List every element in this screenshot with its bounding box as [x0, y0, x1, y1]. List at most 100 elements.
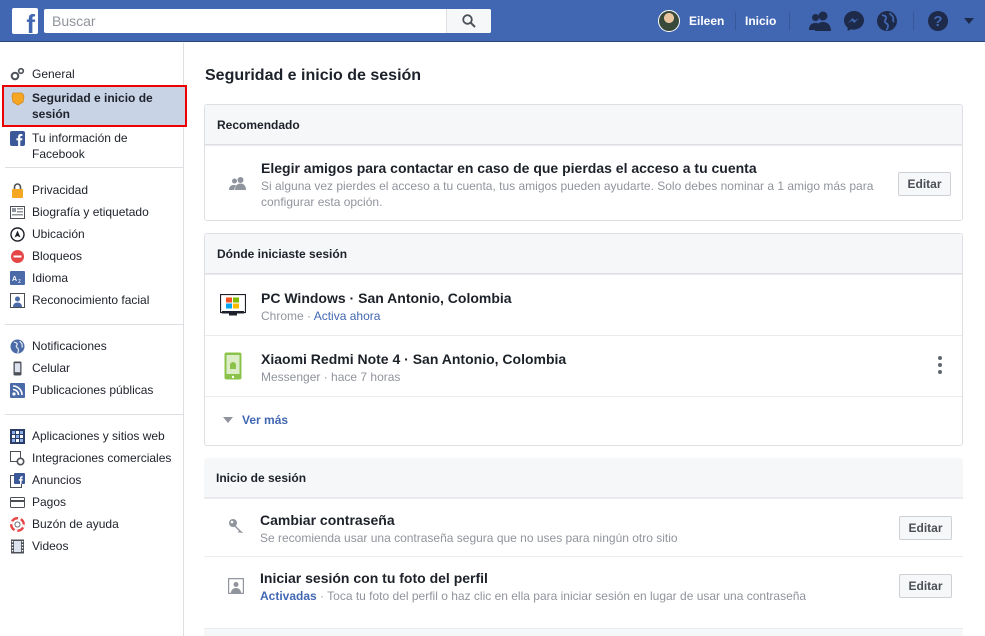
- settings-sidebar: General Seguridad e inicio de sesión Tu …: [0, 43, 187, 636]
- meta-separator: ·: [320, 370, 332, 384]
- session-device: PC Windows: [261, 290, 346, 306]
- sidebar-item-security[interactable]: Seguridad e inicio de sesión: [2, 85, 187, 127]
- sidebar-item-label: Integraciones comerciales: [32, 451, 172, 465]
- sidebar-item-general[interactable]: General: [5, 63, 183, 85]
- notifications-globe-icon[interactable]: [876, 10, 900, 32]
- nav-separator: [789, 12, 790, 30]
- sidebar-item-videos[interactable]: Videos: [5, 535, 183, 557]
- timeline-icon: [10, 206, 25, 219]
- sidebar-item-label: General: [32, 67, 75, 81]
- facebook-icon: [10, 131, 25, 146]
- caret-down-icon: [223, 417, 233, 423]
- search-button[interactable]: [446, 9, 491, 33]
- gears-icon: [10, 67, 25, 81]
- section-heading: Recomendado: [205, 105, 962, 145]
- sidebar-item-label: Notificaciones: [32, 339, 107, 353]
- home-link[interactable]: Inicio: [745, 14, 776, 28]
- sidebar-item-blocking[interactable]: Bloqueos: [5, 245, 183, 267]
- session-row: Xiaomi Redmi Note 4 · San Antonio, Colom…: [205, 335, 962, 396]
- search-icon: [462, 14, 476, 28]
- sidebar-item-face-recognition[interactable]: Reconocimiento facial: [5, 289, 183, 311]
- search-box: [44, 9, 491, 33]
- sidebar-item-label: Aplicaciones y sitios web: [32, 429, 165, 443]
- key-icon: [229, 519, 243, 533]
- row-title: Cambiar contraseña: [260, 512, 395, 528]
- sidebar-item-payments[interactable]: Pagos: [5, 491, 183, 513]
- session-device: Xiaomi Redmi Note 4: [261, 351, 401, 367]
- title-separator: ·: [345, 290, 359, 306]
- sidebar-item-label: Celular: [32, 361, 71, 375]
- sidebar-item-notifications[interactable]: Notificaciones: [5, 335, 183, 357]
- edit-password-button[interactable]: Editar: [899, 516, 952, 540]
- sidebar-item-ads[interactable]: Anuncios: [5, 469, 183, 491]
- session-app: Chrome: [261, 309, 304, 323]
- messenger-icon[interactable]: [843, 10, 867, 32]
- location-icon: [10, 227, 25, 242]
- see-more-row: Ver más: [205, 396, 962, 444]
- language-icon: Az: [10, 271, 25, 285]
- avatar: [658, 10, 680, 32]
- session-app: Messenger: [261, 370, 321, 384]
- help-icon[interactable]: ?: [927, 10, 951, 32]
- section-heading: Dónde iniciaste sesión: [205, 234, 962, 274]
- user-name: Eileen: [689, 14, 725, 28]
- sidebar-item-label: Pagos: [32, 495, 67, 509]
- sidebar-group-notifications: Notificaciones Celular Publicaciones púb…: [5, 335, 183, 401]
- globe-icon: [10, 339, 25, 354]
- ads-icon: [10, 473, 25, 488]
- sidebar-item-support-inbox[interactable]: Buzón de ayuda: [5, 513, 183, 535]
- session-status: hace 7 horas: [331, 370, 401, 384]
- friend-requests-icon[interactable]: [808, 10, 832, 32]
- security-badge-icon: [11, 92, 25, 106]
- film-icon: [11, 539, 24, 554]
- sidebar-item-privacy[interactable]: Privacidad: [5, 179, 183, 201]
- rss-icon: [10, 383, 25, 398]
- sidebar-item-label: Videos: [32, 539, 69, 553]
- facebook-logo[interactable]: f: [12, 8, 38, 39]
- page-title: Seguridad e inicio de sesión: [205, 67, 422, 84]
- sidebar-item-mobile[interactable]: Celular: [5, 357, 183, 379]
- see-more-link[interactable]: Ver más: [223, 413, 288, 427]
- facebook-logo-letter: f: [26, 9, 35, 39]
- session-meta: Chrome · Activa ahora: [261, 308, 380, 324]
- edit-profile-photo-login-button[interactable]: Editar: [899, 574, 952, 598]
- sidebar-item-label: Anuncios: [32, 473, 82, 487]
- sidebar-item-location[interactable]: Ubicación: [5, 223, 183, 245]
- integrations-icon: [10, 451, 25, 466]
- top-navigation-bar: f Eileen Inicio ?: [0, 0, 985, 42]
- sidebar-item-business-integrations[interactable]: Integraciones comerciales: [5, 447, 183, 469]
- row-description-text: · Toca tu foto del perfil o haz clic en …: [316, 589, 807, 603]
- card-icon: [10, 497, 25, 508]
- meta-separator: ·: [303, 309, 314, 323]
- sidebar-item-label: Biografía y etiquetado: [32, 205, 149, 219]
- nav-separator: [913, 12, 914, 30]
- more-options-icon[interactable]: [936, 356, 944, 376]
- sidebar-divider: [5, 414, 183, 415]
- lock-icon: [12, 183, 23, 198]
- sidebar-item-timeline[interactable]: Biografía y etiquetado: [5, 201, 183, 223]
- nav-separator: [735, 12, 736, 30]
- change-password-row: Cambiar contraseña Se recomienda usar un…: [204, 498, 963, 556]
- sidebar-item-your-information[interactable]: Tu información de Facebook: [5, 127, 183, 165]
- status-enabled: Activadas: [260, 589, 317, 603]
- sidebar-item-label: Ubicación: [32, 227, 85, 241]
- sidebar-item-public-posts[interactable]: Publicaciones públicas: [5, 379, 183, 401]
- profile-photo-login-row: Iniciar sesión con tu foto del perfil Ac…: [204, 556, 963, 616]
- edit-trusted-contacts-button[interactable]: Editar: [898, 172, 951, 196]
- next-section-edge: [204, 628, 963, 636]
- sidebar-group-apps: Aplicaciones y sitios web Integraciones …: [5, 425, 183, 557]
- row-description: Se recomienda usar una contraseña segura…: [260, 531, 678, 545]
- section-heading: Inicio de sesión: [204, 458, 963, 498]
- apps-icon: [10, 429, 25, 444]
- see-more-label: Ver más: [242, 413, 289, 427]
- search-input[interactable]: [44, 9, 444, 33]
- lifebuoy-icon: [10, 517, 25, 532]
- sidebar-item-language[interactable]: Az Idioma: [5, 267, 183, 289]
- dropdown-caret-icon[interactable]: [962, 10, 985, 32]
- friends-icon: [229, 177, 246, 190]
- sidebar-divider: [5, 167, 183, 168]
- recommended-row: Elegir amigos para contactar en caso de …: [205, 145, 962, 221]
- where-logged-in-section: Dónde iniciaste sesión PC Windows · San …: [204, 233, 963, 446]
- session-device-title: Xiaomi Redmi Note 4 · San Antonio, Colom…: [261, 351, 566, 367]
- sidebar-item-apps[interactable]: Aplicaciones y sitios web: [5, 425, 183, 447]
